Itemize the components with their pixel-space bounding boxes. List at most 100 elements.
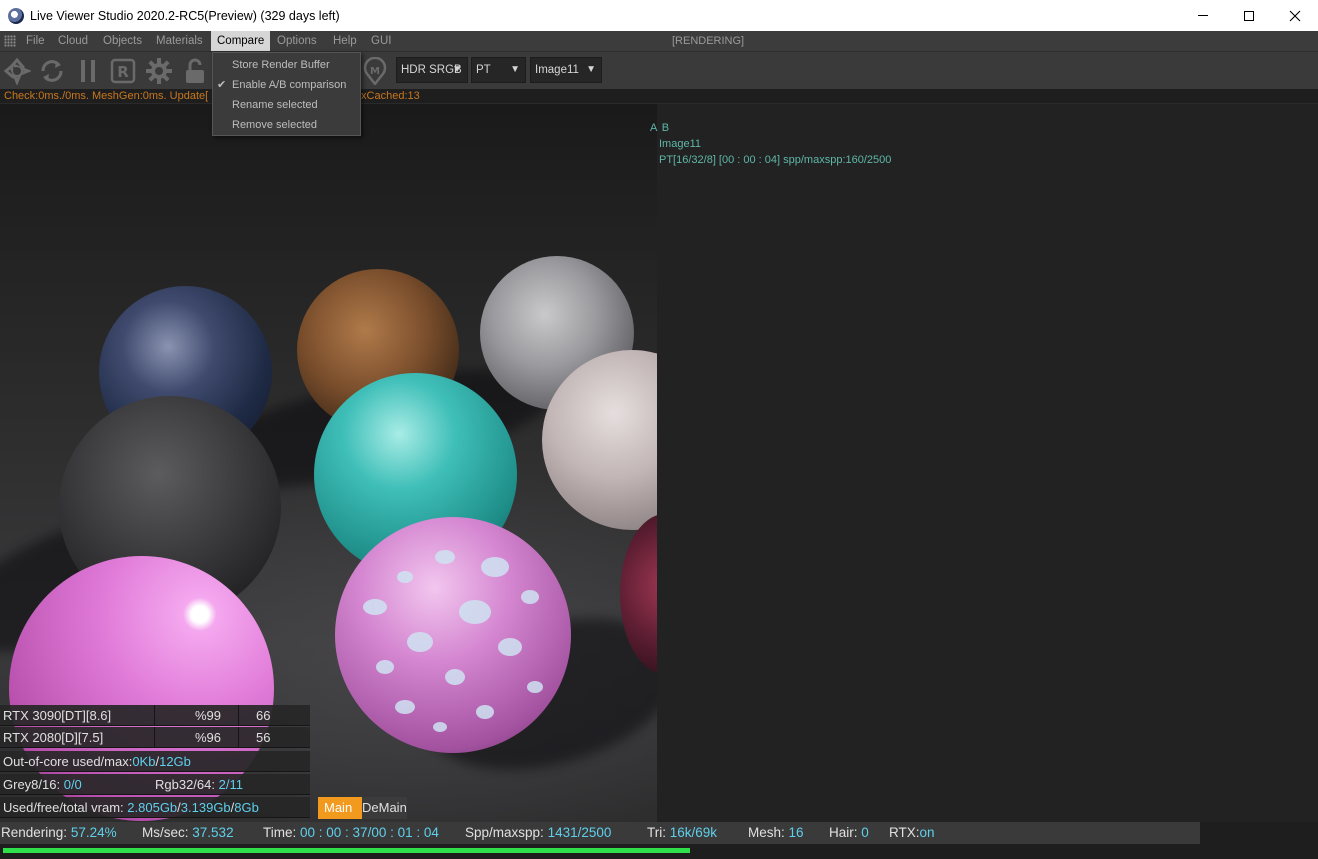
vram-stat: Used/free/total vram: 2.805Gb/3.139Gb/8G…: [3, 800, 259, 815]
gpu-name: RTX 3090[DT][8.6]: [0, 705, 155, 726]
vram-row: Used/free/total vram: 2.805Gb/3.139Gb/8G…: [0, 797, 310, 818]
tri-value: 16k/69k: [669, 825, 718, 840]
out-of-core-max: 12Gb: [159, 754, 191, 769]
info-text-left: Check:0ms./0ms. MeshGen:0ms. Update[: [4, 90, 209, 102]
window-title: Live Viewer Studio 2020.2-RC5(Preview) (…: [30, 8, 340, 23]
ab-image-name: Image11: [659, 138, 701, 150]
menu-remove-selected[interactable]: Remove selected: [213, 115, 360, 135]
rtx-value: on: [919, 825, 935, 840]
menu-item-label: Rename selected: [232, 99, 318, 111]
menu-enable-ab-comparison[interactable]: ✔ Enable A/B comparison: [213, 75, 360, 95]
r-icon[interactable]: R: [107, 55, 139, 87]
menu-help[interactable]: Help: [327, 31, 363, 51]
menu-store-render-buffer[interactable]: Store Render Buffer: [213, 55, 360, 75]
svg-text:M: M: [370, 66, 380, 77]
mesh-stat: Mesh: 16: [748, 822, 804, 844]
menu-item-label: Enable A/B comparison: [232, 79, 347, 91]
refresh-icon[interactable]: [36, 55, 68, 87]
spp-stat: Spp/maxspp: 1431/2500: [465, 822, 611, 844]
mesh-value: 16: [788, 825, 804, 840]
comparison-pane[interactable]: [657, 104, 1318, 822]
out-of-core-stat: Out-of-core used/max:0Kb/12Gb: [3, 754, 191, 769]
out-of-core-row: Out-of-core used/max:0Kb/12Gb: [0, 751, 310, 772]
gpu-temp: 66: [256, 708, 271, 723]
render-status: [RENDERING]: [672, 35, 745, 47]
spp-value: 1431/2500: [547, 825, 612, 840]
minimize-icon[interactable]: [1180, 0, 1226, 31]
compare-menu: Store Render Buffer ✔ Enable A/B compari…: [212, 52, 361, 136]
vram-used: 2.805Gb: [127, 800, 178, 815]
gpu-usage: %96: [155, 727, 239, 748]
gpu-temp: 56: [256, 730, 271, 745]
out-of-core-label: Out-of-core used/max:: [3, 754, 133, 769]
tab-demain[interactable]: DeMain: [362, 797, 407, 819]
chevron-down-icon: ▼: [586, 64, 596, 75]
ab-label[interactable]: A B: [650, 122, 670, 134]
spp-label: Spp/maxspp:: [465, 825, 544, 840]
image-select[interactable]: Image11 ▼: [530, 57, 602, 83]
color-space-select[interactable]: HDR SRGB ▼: [396, 57, 468, 83]
menu-options[interactable]: Options: [271, 31, 323, 51]
vram-free: 3.139Gb: [180, 800, 231, 815]
maximize-icon[interactable]: [1226, 0, 1272, 31]
kernel-select[interactable]: PT ▼: [471, 57, 526, 83]
info-text-right: txCached:13: [358, 90, 420, 102]
chevron-down-icon: ▼: [452, 64, 462, 75]
m-pin-icon[interactable]: M: [359, 55, 391, 87]
ms-label: Ms/sec:: [142, 825, 189, 840]
checkmark-icon: ✔: [217, 79, 227, 91]
lock-icon[interactable]: [179, 55, 211, 87]
close-icon[interactable]: [1272, 0, 1318, 31]
gpu-name: RTX 2080[D][7.5]: [0, 727, 155, 748]
vram-label: Used/free/total vram:: [3, 800, 124, 815]
rgb-label: Rgb32/64:: [155, 777, 215, 792]
grey-value: 0/0: [63, 777, 82, 792]
spotted-sphere: [335, 517, 571, 753]
tri-stat: Tri: 16k/69k: [647, 822, 717, 844]
rgb-stat: Rgb32/64: 2/11: [152, 774, 243, 795]
menu-gui[interactable]: GUI: [365, 31, 397, 51]
gpu-row: RTX 2080[D][7.5] %96 56: [0, 727, 310, 748]
gpu-usage: %99: [155, 705, 239, 726]
tri-label: Tri:: [647, 825, 666, 840]
time-stat: Time: 00 : 00 : 37/00 : 01 : 04: [263, 822, 439, 844]
chevron-down-icon: ▼: [510, 64, 520, 75]
menu-file[interactable]: File: [20, 31, 51, 51]
menu-materials[interactable]: Materials: [150, 31, 209, 51]
grip-icon[interactable]: [4, 35, 16, 47]
grey-label: Grey8/16:: [3, 777, 61, 792]
gear-icon[interactable]: [143, 55, 175, 87]
rendering-label: Rendering:: [1, 825, 68, 840]
tab-main[interactable]: Main: [318, 797, 362, 819]
menu-objects[interactable]: Objects: [97, 31, 148, 51]
mesh-label: Mesh:: [748, 825, 785, 840]
hair-stat: Hair: 0: [829, 822, 869, 844]
menu-bar: File Cloud Objects Materials Compare Opt…: [0, 31, 1318, 51]
texture-row: Grey8/16: 0/0 Rgb32/64: 2/11: [0, 774, 310, 795]
ab-image-info: PT[16/32/8] [00 : 00 : 04] spp/maxspp:16…: [659, 154, 892, 166]
info-line: Check:0ms./0ms. MeshGen:0ms. Update[ txC…: [0, 89, 1318, 104]
time-label: Time:: [263, 825, 297, 840]
image-value: Image11: [535, 64, 579, 76]
title-bar: Live Viewer Studio 2020.2-RC5(Preview) (…: [0, 0, 1318, 31]
pause-icon[interactable]: [72, 55, 104, 87]
rgb-value: 2/11: [218, 777, 243, 792]
toolbar: R M HDR SRGB ▼ PT ▼ Image11 ▼: [0, 51, 1318, 89]
time-value: 00 : 00 : 37/00 : 01 : 04: [300, 825, 439, 840]
vram-total: 8Gb: [234, 800, 259, 815]
render-progress-bar: [3, 848, 690, 853]
hair-value: 0: [861, 825, 869, 840]
rendering-stat: Rendering: 57.24%: [1, 822, 117, 844]
menu-cloud[interactable]: Cloud: [52, 31, 94, 51]
ms-value: 37.532: [192, 825, 234, 840]
svg-text:R: R: [117, 63, 129, 81]
menu-rename-selected[interactable]: Rename selected: [213, 95, 360, 115]
grey-stat: Grey8/16: 0/0: [0, 774, 152, 795]
rtx-stat: RTX:on: [889, 822, 935, 844]
hair-label: Hair:: [829, 825, 858, 840]
spot-pattern: [363, 550, 543, 732]
aperture-icon[interactable]: [1, 55, 33, 87]
ms-stat: Ms/sec: 37.532: [142, 822, 234, 844]
menu-compare[interactable]: Compare: [211, 31, 271, 51]
rendering-value: 57.24%: [70, 825, 117, 840]
